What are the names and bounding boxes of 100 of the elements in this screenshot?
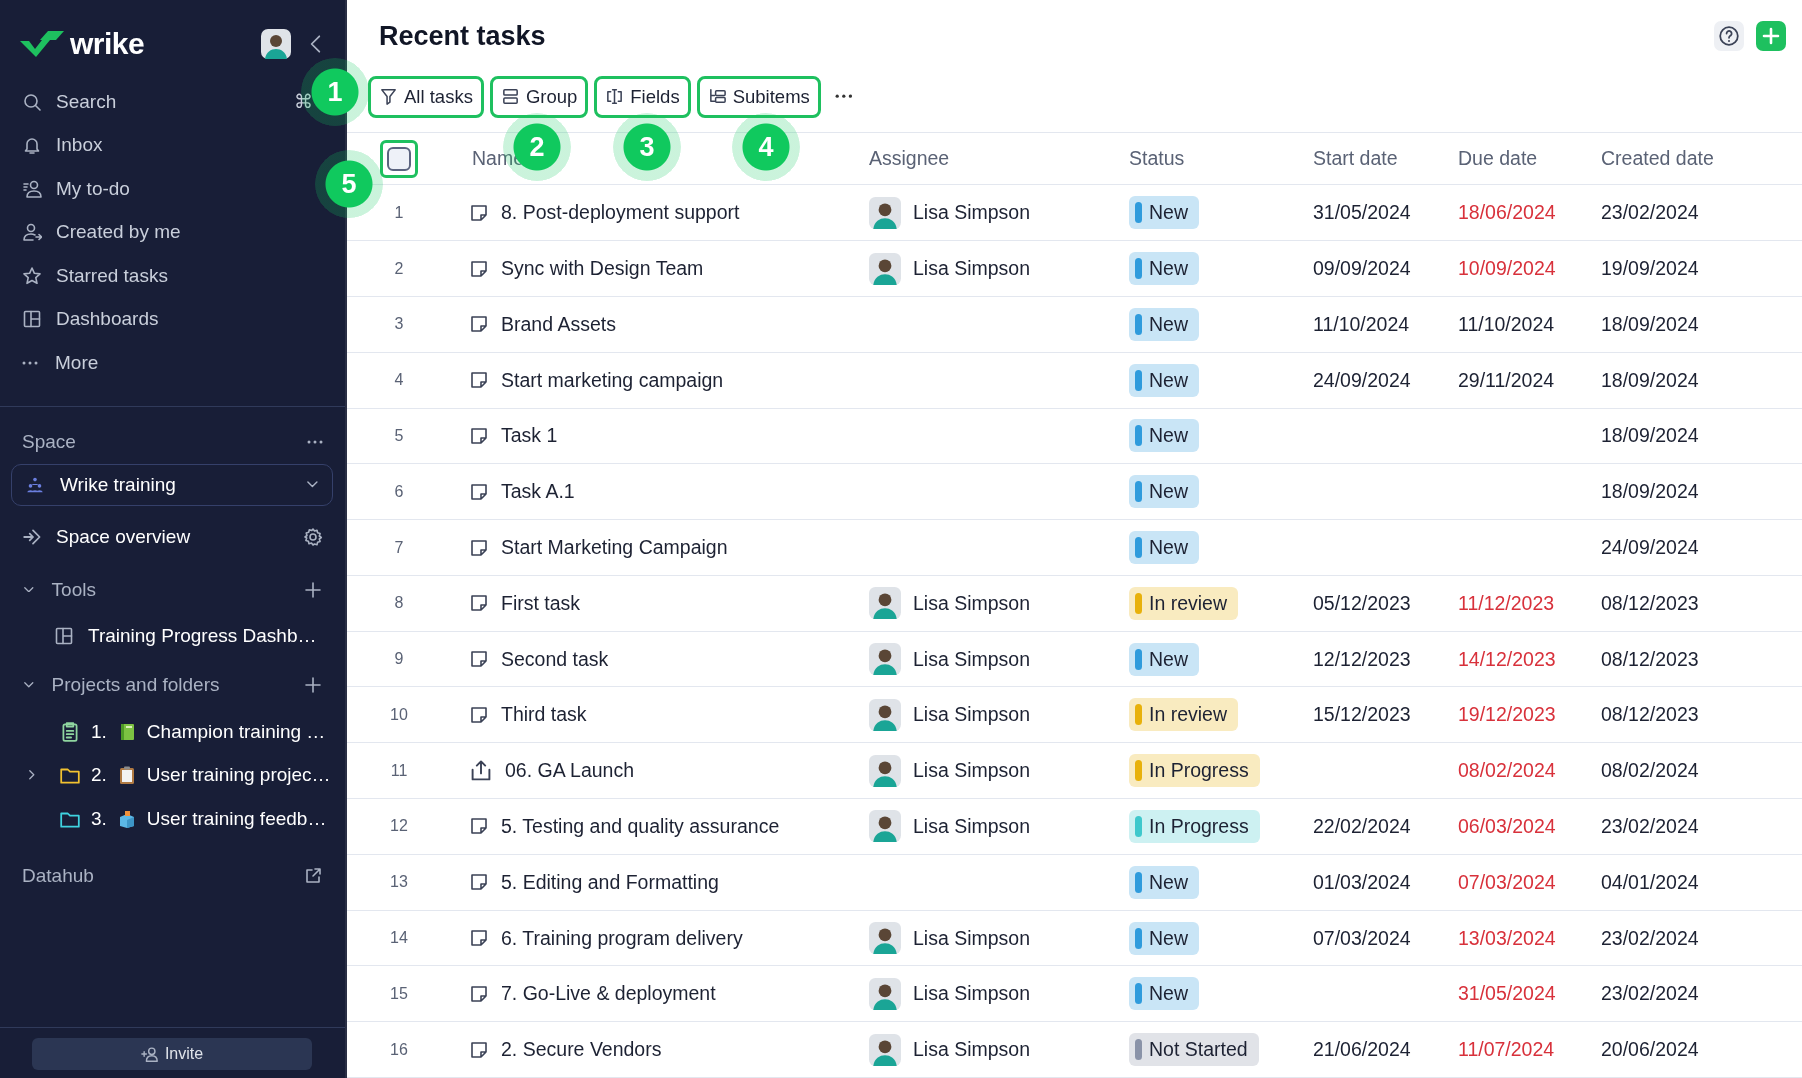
space-dropdown[interactable]: Wrike training (11, 463, 333, 506)
date-cell: 18/09/2024 (1601, 424, 1699, 447)
avatar-icon (869, 754, 901, 787)
callout-marker: 5 (315, 150, 383, 218)
status-badge[interactable]: New (1129, 977, 1199, 1011)
more-icon[interactable] (834, 94, 853, 99)
column-header[interactable]: Assignee (869, 147, 950, 170)
status-badge[interactable]: New (1129, 196, 1199, 230)
task-name[interactable]: 7. Go-Live & deployment (501, 982, 716, 1006)
dashboard-icon (54, 626, 74, 647)
date-cell: 11/12/2023 (1458, 591, 1555, 614)
team-icon (26, 475, 44, 494)
status-badge[interactable]: New (1129, 865, 1199, 899)
status-badge[interactable]: In review (1129, 698, 1239, 732)
status-badge[interactable]: In Progress (1129, 754, 1260, 788)
date-cell: 07/03/2024 (1458, 870, 1556, 893)
status-badge[interactable]: New (1129, 252, 1199, 286)
row-number: 2 (393, 259, 405, 278)
task-name[interactable]: Second task (501, 647, 609, 671)
nav-item[interactable]: My to-do (56, 177, 130, 199)
toolbar-button[interactable]: Group (489, 75, 589, 118)
bell-icon (22, 135, 42, 156)
chevron-right-icon[interactable] (29, 770, 35, 781)
avatar-icon (869, 643, 901, 676)
date-cell: 22/02/2024 (1313, 814, 1411, 837)
avatar-icon (869, 922, 901, 954)
date-cell: 24/09/2024 (1601, 536, 1699, 559)
status-badge[interactable]: New (1129, 475, 1199, 509)
column-header[interactable]: Start date (1313, 147, 1398, 170)
invite-button[interactable]: Invite (32, 1038, 312, 1070)
callout-marker: 3 (613, 113, 681, 181)
task-name[interactable]: 5. Editing and Formatting (501, 870, 719, 894)
callout-marker: 4 (732, 113, 800, 181)
section-heading[interactable]: Tools (51, 578, 285, 601)
toolbar-button[interactable]: Fields (594, 75, 691, 118)
select-all-checkbox[interactable] (387, 146, 411, 171)
status-badge[interactable]: New (1129, 363, 1199, 397)
add-icon[interactable] (303, 579, 323, 600)
nav-item[interactable]: Search (56, 90, 117, 112)
date-cell: 23/02/2024 (1601, 982, 1699, 1005)
nav-item[interactable]: Dashboards (56, 308, 159, 330)
date-cell: 11/10/2024 (1458, 312, 1555, 335)
date-cell: 31/05/2024 (1313, 201, 1411, 224)
nav-item[interactable]: More (55, 351, 99, 373)
external-link-icon[interactable] (303, 865, 323, 886)
status-badge[interactable]: In review (1129, 586, 1239, 620)
tree-item[interactable]: User training feedb… (146, 807, 327, 830)
task-name[interactable]: 06. GA Launch (505, 759, 635, 783)
nav-item[interactable]: Created by me (56, 221, 181, 243)
dashboard-icon (22, 309, 42, 330)
task-name[interactable]: Brand Assets (501, 312, 616, 336)
task-name[interactable]: Start marketing campaign (501, 368, 724, 392)
help-button[interactable] (1714, 21, 1744, 52)
status-badge[interactable]: In Progress (1129, 809, 1260, 843)
task-name[interactable]: Start Marketing Campaign (501, 536, 728, 560)
task-name[interactable]: Task 1 (501, 424, 558, 448)
task-icon (469, 370, 489, 391)
assignee-name: Lisa Simpson (913, 814, 1031, 838)
nav-item[interactable]: Starred tasks (56, 264, 168, 286)
task-name[interactable]: 5. Testing and quality assurance (501, 814, 780, 838)
nav-item[interactable]: Space overview (56, 525, 291, 548)
task-name[interactable]: Sync with Design Team (501, 257, 704, 281)
task-name[interactable]: First task (501, 591, 581, 615)
status-badge[interactable]: New (1129, 921, 1199, 955)
more-icon[interactable] (307, 440, 323, 444)
status-badge[interactable]: Not Started (1129, 1033, 1259, 1067)
row-number: 14 (389, 929, 409, 947)
column-header[interactable]: Status (1129, 147, 1185, 170)
chevron-down-icon[interactable] (24, 682, 34, 688)
avatar-icon (869, 1033, 901, 1066)
task-name[interactable]: 2. Secure Vendors (501, 1038, 662, 1062)
tree-item[interactable]: User training projec… (146, 764, 331, 787)
column-header[interactable]: Due date (1458, 147, 1538, 170)
tree-item[interactable]: Training Progress Dashb… (88, 625, 317, 648)
date-cell: 08/02/2024 (1458, 759, 1556, 782)
avatar-icon (869, 196, 901, 229)
date-cell: 23/02/2024 (1601, 926, 1699, 949)
toolbar-button[interactable]: All tasks (368, 75, 484, 118)
status-badge[interactable]: New (1129, 531, 1199, 565)
task-name[interactable]: Task A.1 (501, 480, 575, 504)
task-name[interactable]: 6. Training program delivery (501, 926, 743, 950)
chevron-down-icon[interactable] (24, 586, 34, 593)
toolbar-button[interactable]: Subitems (696, 75, 821, 118)
date-cell: 08/12/2023 (1601, 591, 1699, 614)
date-cell: 23/02/2024 (1601, 201, 1699, 224)
section-heading[interactable]: Datahub (22, 864, 303, 887)
nav-item[interactable]: Inbox (56, 134, 103, 156)
tree-item[interactable]: Champion training … (146, 720, 326, 743)
status-badge[interactable]: New (1129, 307, 1199, 341)
task-name[interactable]: Third task (501, 703, 587, 727)
add-icon[interactable] (303, 675, 323, 695)
column-header[interactable]: Created date (1601, 147, 1714, 170)
status-badge[interactable]: New (1129, 642, 1199, 676)
settings-icon[interactable] (303, 526, 323, 547)
task-icon (469, 983, 489, 1004)
status-badge[interactable]: New (1129, 419, 1199, 453)
task-name[interactable]: 8. Post-deployment support (501, 201, 740, 225)
task-icon (469, 425, 489, 446)
section-heading[interactable]: Projects and folders (51, 674, 285, 696)
avatar-icon (261, 29, 291, 59)
